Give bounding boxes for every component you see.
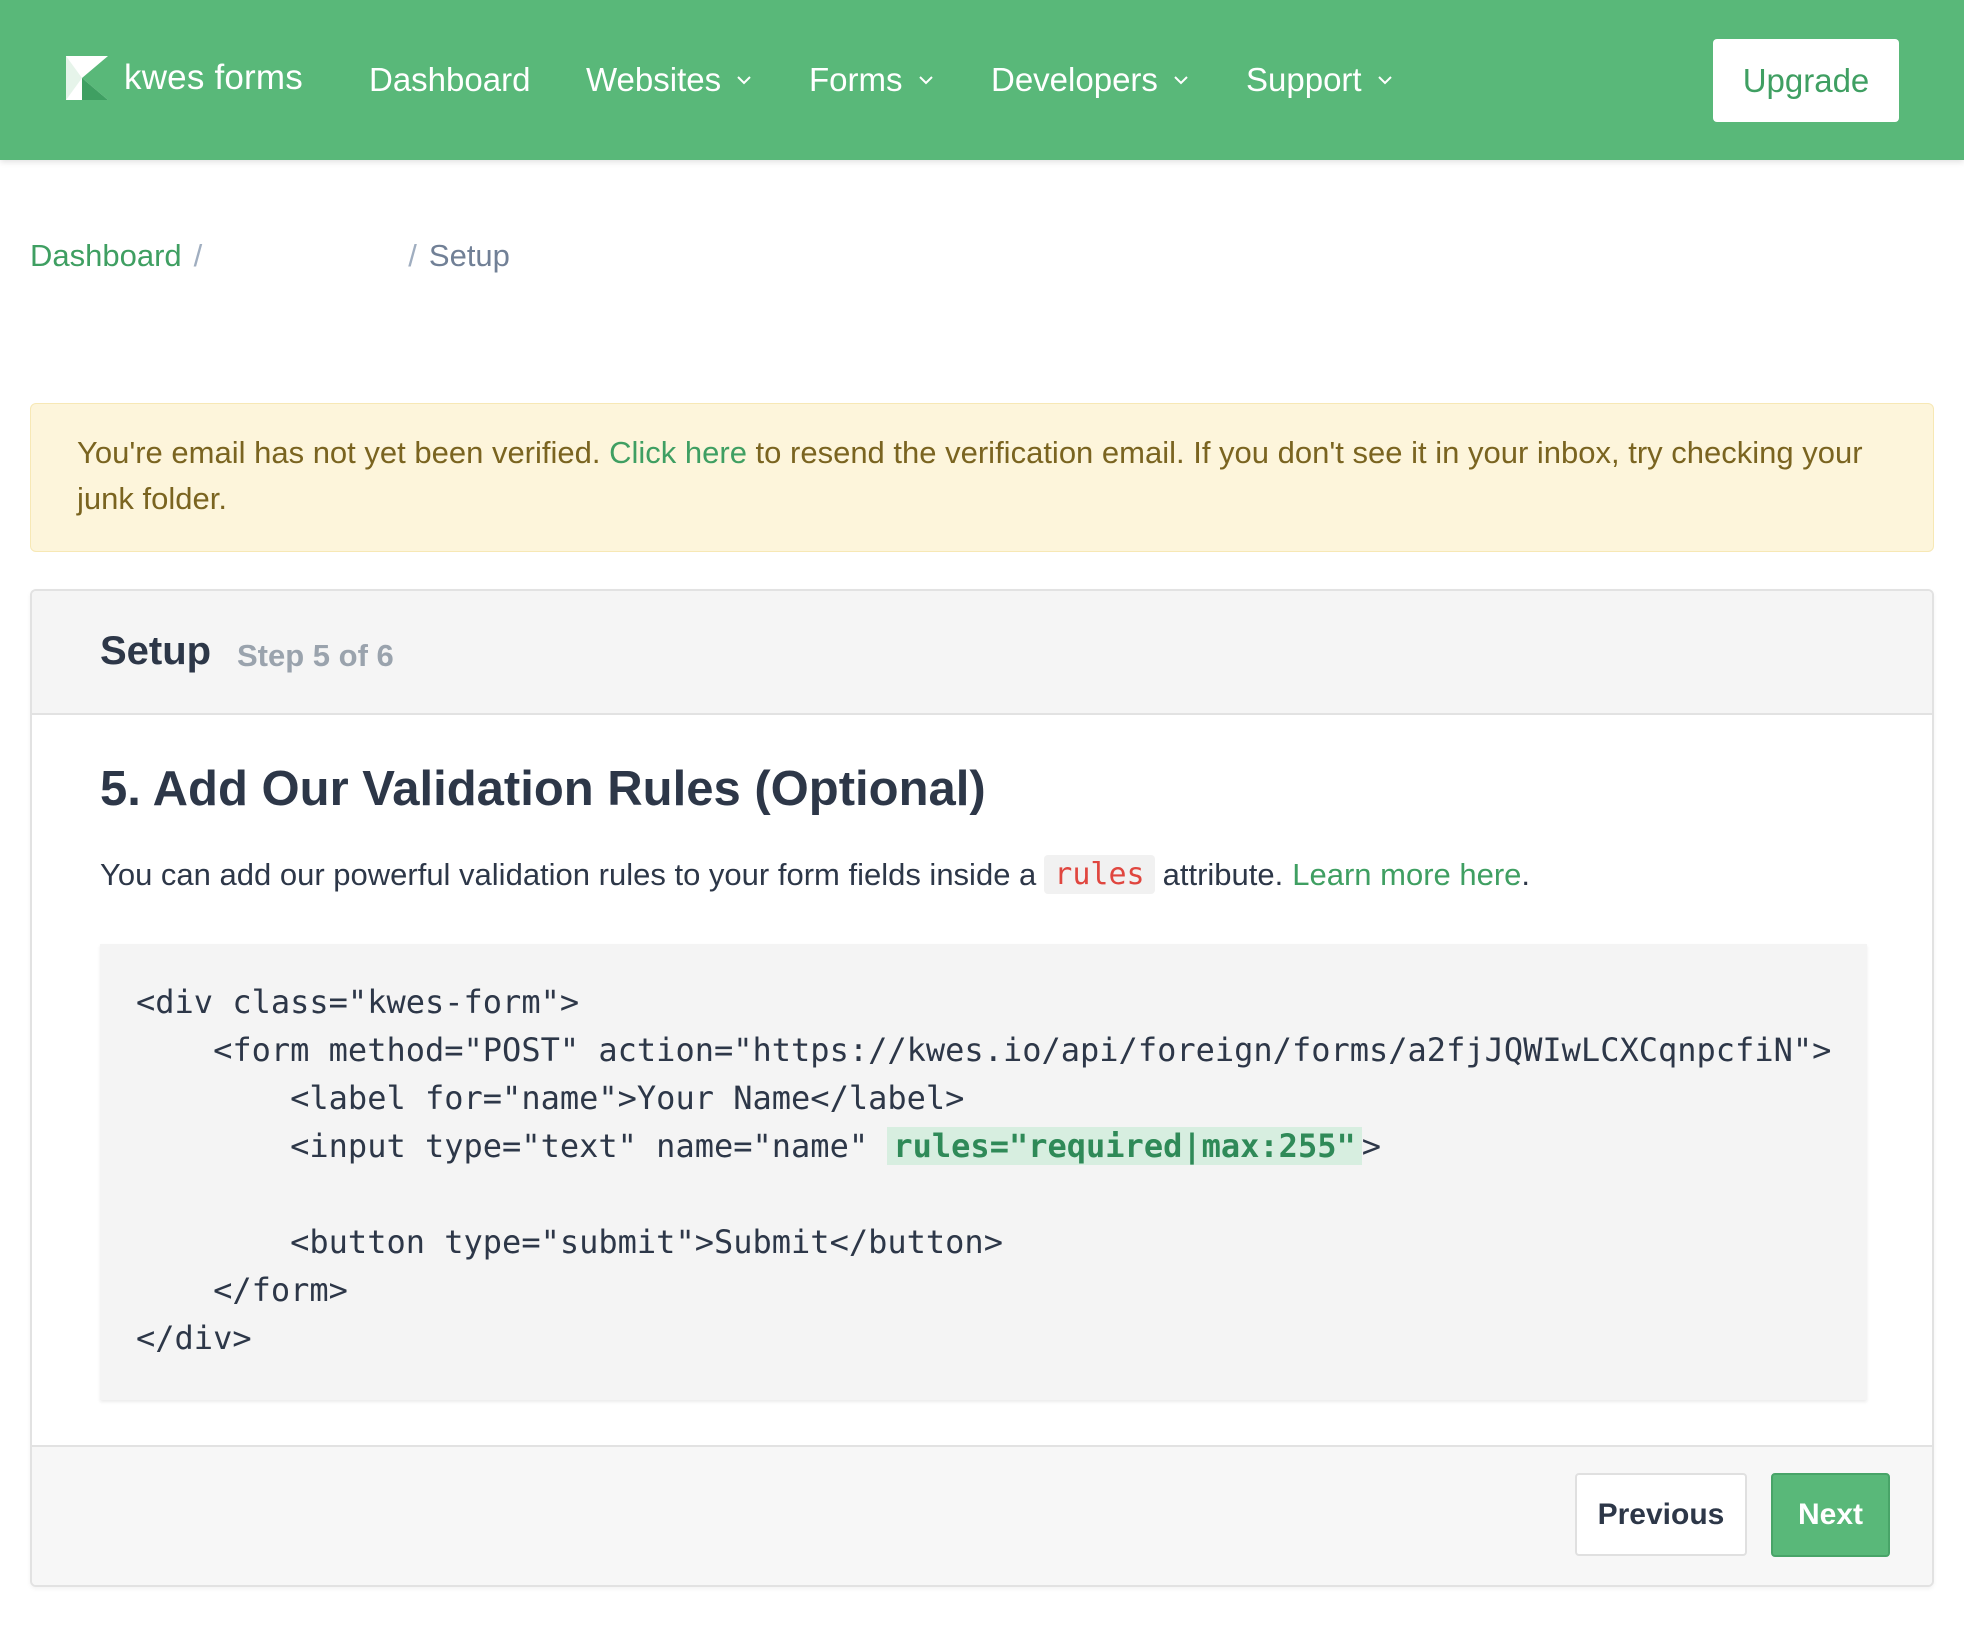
description-text-after: attribute.	[1162, 856, 1284, 892]
email-verification-alert: You're email has not yet been verified. …	[30, 403, 1934, 552]
breadcrumb-current: Setup	[428, 238, 510, 273]
resend-verification-link[interactable]: Click here	[609, 435, 747, 470]
card-footer: Previous Next	[32, 1445, 1932, 1585]
alert-text-before: You're email has not yet been verified.	[77, 435, 610, 470]
code-line: <div class="kwes-form">	[136, 983, 580, 1021]
next-button[interactable]: Next	[1771, 1473, 1890, 1557]
step-indicator: Step 5 of 6	[237, 638, 394, 673]
chevron-down-icon	[737, 76, 751, 85]
nav-forms[interactable]: Forms	[809, 56, 935, 104]
nav-websites[interactable]: Websites	[586, 56, 753, 104]
breadcrumb: Dashboard / / Setup	[30, 232, 510, 280]
brand-name: kwes forms	[124, 58, 303, 97]
nav-dashboard[interactable]: Dashboard	[369, 56, 530, 104]
nav-dashboard-label: Dashboard	[369, 61, 531, 98]
nav-forms-label: Forms	[809, 61, 903, 98]
code-line: <form method="POST" action="https://kwes…	[136, 1031, 1832, 1069]
chevron-down-icon	[918, 76, 933, 85]
breadcrumb-separator: /	[408, 238, 417, 273]
breadcrumb-separator: /	[193, 238, 203, 273]
nav-websites-label: Websites	[586, 61, 722, 98]
nav-developers[interactable]: Developers	[991, 56, 1190, 104]
breadcrumb-dashboard-link[interactable]: Dashboard	[30, 238, 182, 274]
code-line: <button type="submit">Submit</button>	[136, 1223, 1003, 1261]
rules-inline-code: rules	[1044, 855, 1155, 894]
section-heading: 5. Add Our Validation Rules (Optional)	[100, 762, 986, 816]
card-header: Setup Step 5 of 6	[32, 591, 1932, 715]
nav-support-label: Support	[1246, 61, 1362, 98]
upgrade-button[interactable]: Upgrade	[1713, 39, 1899, 122]
section-description: You can add our powerful validation rule…	[100, 855, 1530, 894]
code-input-tag: <input type="text" name="name"	[136, 1127, 888, 1165]
description-text: You can add our powerful validation rule…	[100, 856, 1037, 892]
kwes-logo-icon	[66, 56, 108, 100]
nav-support[interactable]: Support	[1246, 56, 1394, 104]
brand[interactable]: kwes forms	[66, 56, 303, 100]
code-line: </div>	[136, 1319, 252, 1357]
chevron-down-icon	[1377, 76, 1392, 85]
code-line-input: <input type="text" name="name" rules="re…	[136, 1122, 1867, 1170]
previous-button[interactable]: Previous	[1575, 1473, 1747, 1556]
code-line: </form>	[136, 1271, 348, 1309]
code-input-close: >	[1361, 1127, 1381, 1165]
card-title: Setup	[100, 629, 212, 673]
nav-developers-label: Developers	[991, 61, 1158, 98]
code-snippet: <div class="kwes-form"> <form method="PO…	[100, 944, 1867, 1400]
setup-card: Setup Step 5 of 6 5. Add Our Validation …	[30, 589, 1934, 1587]
learn-more-link[interactable]: Learn more here	[1292, 857, 1521, 893]
description-period: .	[1521, 856, 1531, 892]
top-navbar: kwes forms Dashboard Websites Forms Deve…	[0, 0, 1964, 160]
code-line: <label for="name">Your Name</label>	[136, 1079, 965, 1117]
chevron-down-icon	[1174, 76, 1188, 85]
code-rules-highlight: rules="required|max:255"	[887, 1127, 1362, 1165]
